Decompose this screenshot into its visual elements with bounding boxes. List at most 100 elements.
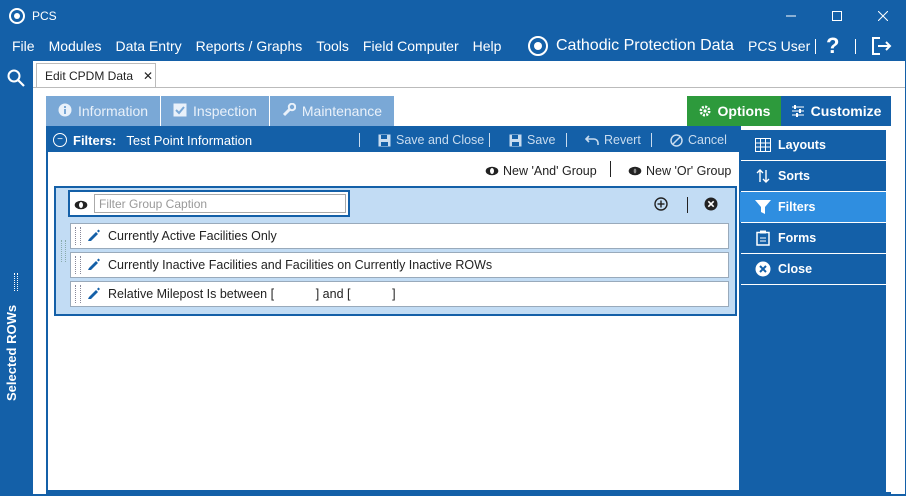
left-rail: Selected ROWs <box>0 61 33 496</box>
drag-handle[interactable] <box>75 285 81 303</box>
logout-button[interactable] <box>871 36 893 59</box>
menu-layouts[interactable]: Layouts <box>740 130 886 160</box>
save-and-close-button[interactable]: Save and Close <box>378 128 484 152</box>
maximize-icon <box>832 10 842 21</box>
customize-menu: Layouts Sorts Filters Forms Close <box>740 130 886 285</box>
close-circle-icon <box>754 261 772 277</box>
filter-group-caption-input[interactable] <box>94 194 346 213</box>
toolbar-divider <box>359 133 360 147</box>
toolbar-divider <box>566 133 567 147</box>
filter-row[interactable]: Currently Inactive Facilities and Facili… <box>70 252 729 278</box>
selected-rows-label[interactable]: Selected ROWs <box>4 305 19 401</box>
doc-tab-close-icon[interactable]: ✕ <box>143 69 153 83</box>
brand: Cathodic Protection Data <box>528 31 734 61</box>
save-label: Save <box>527 133 556 147</box>
tab-maintenance[interactable]: Maintenance <box>269 96 395 126</box>
collapse-icon[interactable]: − <box>53 133 67 147</box>
customize-menu-background <box>740 285 886 492</box>
clipboard-icon <box>754 230 772 246</box>
group-drag-handle[interactable] <box>61 240 66 262</box>
save-and-close-label: Save and Close <box>396 133 485 147</box>
menu-modules[interactable]: Modules <box>42 38 109 54</box>
maximize-button[interactable] <box>814 0 860 31</box>
edit-pencil-icon[interactable] <box>87 228 100 244</box>
help-button[interactable]: ? <box>826 31 839 61</box>
filter-icon <box>754 199 772 215</box>
add-filter-button[interactable] <box>654 197 668 214</box>
cancel-button[interactable]: Cancel <box>670 128 727 152</box>
edit-pencil-icon[interactable] <box>87 286 100 302</box>
tab-information[interactable]: Information <box>46 96 161 126</box>
menu-help[interactable]: Help <box>466 38 509 54</box>
menu-data-entry[interactable]: Data Entry <box>108 38 188 54</box>
group-divider <box>687 197 688 213</box>
section-tabs: Information Inspection Maintenance <box>46 96 395 126</box>
wrench-icon <box>282 102 297 120</box>
sliders-icon <box>791 105 804 117</box>
menu-reports-graphs[interactable]: Reports / Graphs <box>189 38 310 54</box>
minimize-button[interactable] <box>768 0 814 31</box>
logout-icon <box>872 37 892 55</box>
brand-logo-icon <box>528 36 548 56</box>
filter-row[interactable]: Relative Milepost Is between [ ] and [ ] <box>70 281 729 307</box>
menu-bar: File Modules Data Entry Reports / Graphs… <box>0 31 906 61</box>
rail-resize-handle[interactable] <box>14 273 18 291</box>
tab-label: Information <box>78 103 149 119</box>
main-content: Edit CPDM Data ✕ Information Inspection … <box>33 61 905 494</box>
doc-tab-edit-cpdm[interactable]: Edit CPDM Data ✕ <box>36 63 156 88</box>
filter-row[interactable]: Currently Active Facilities Only <box>70 223 729 249</box>
filters-title: Filters: <box>73 132 117 148</box>
filters-subtitle: Test Point Information <box>126 132 253 148</box>
save-icon <box>378 134 391 146</box>
tab-label: Inspection <box>193 103 257 119</box>
options-button[interactable]: Options <box>687 96 781 126</box>
add-circle-icon <box>654 197 668 211</box>
drag-handle[interactable] <box>75 227 81 245</box>
panel-bottom-border <box>46 492 891 494</box>
window-title: PCS <box>32 8 57 23</box>
menu-field-computer[interactable]: Field Computer <box>356 38 466 54</box>
minimize-icon <box>786 15 796 16</box>
close-circle-icon <box>704 197 718 211</box>
close-icon <box>878 10 888 21</box>
menu-tools[interactable]: Tools <box>309 38 356 54</box>
new-and-group-label: New 'And' Group <box>503 164 597 178</box>
save-button[interactable]: Save <box>509 128 556 152</box>
filters-panel: − Filters: Test Point Information Save a… <box>46 126 741 492</box>
menu-file[interactable]: File <box>0 38 42 54</box>
menu-sorts[interactable]: Sorts <box>740 161 886 191</box>
remove-group-button[interactable] <box>704 197 718 214</box>
filter-row-label: Relative Milepost Is between [ ] and [ ] <box>108 287 396 301</box>
edit-pencil-icon[interactable] <box>87 257 100 273</box>
group-divider <box>610 161 611 177</box>
filters-toolbar: − Filters: Test Point Information Save a… <box>48 128 739 152</box>
and-group-icon <box>485 166 499 176</box>
checkbox-icon <box>173 103 187 120</box>
menu-item-label: Close <box>778 262 813 276</box>
title-bar: PCS <box>0 0 906 31</box>
group-type-toggle[interactable] <box>74 198 88 213</box>
tab-inspection[interactable]: Inspection <box>161 96 269 126</box>
search-button[interactable] <box>7 69 25 90</box>
new-and-group-button[interactable]: New 'And' Group <box>485 162 597 180</box>
filter-row-label: Currently Inactive Facilities and Facili… <box>108 258 493 272</box>
customize-button[interactable]: Customize <box>781 96 891 126</box>
new-or-group-button[interactable]: New 'Or' Group <box>628 162 731 180</box>
brand-name: Cathodic Protection Data <box>556 37 734 54</box>
customize-label: Customize <box>810 103 882 119</box>
toolbar-divider <box>489 133 490 147</box>
tab-divider <box>33 87 905 88</box>
revert-button[interactable]: Revert <box>585 128 641 152</box>
menu-forms[interactable]: Forms <box>740 223 886 253</box>
menu-filters[interactable]: Filters <box>740 192 886 222</box>
user-name[interactable]: PCS User <box>748 31 810 61</box>
info-icon <box>58 103 72 120</box>
menu-item-label: Forms <box>778 231 817 245</box>
menu-divider <box>815 39 816 54</box>
drag-handle[interactable] <box>75 256 81 274</box>
options-label: Options <box>717 103 771 119</box>
cancel-label: Cancel <box>688 133 727 147</box>
save-icon <box>509 134 522 146</box>
menu-close[interactable]: Close <box>740 254 886 284</box>
close-window-button[interactable] <box>860 0 906 31</box>
